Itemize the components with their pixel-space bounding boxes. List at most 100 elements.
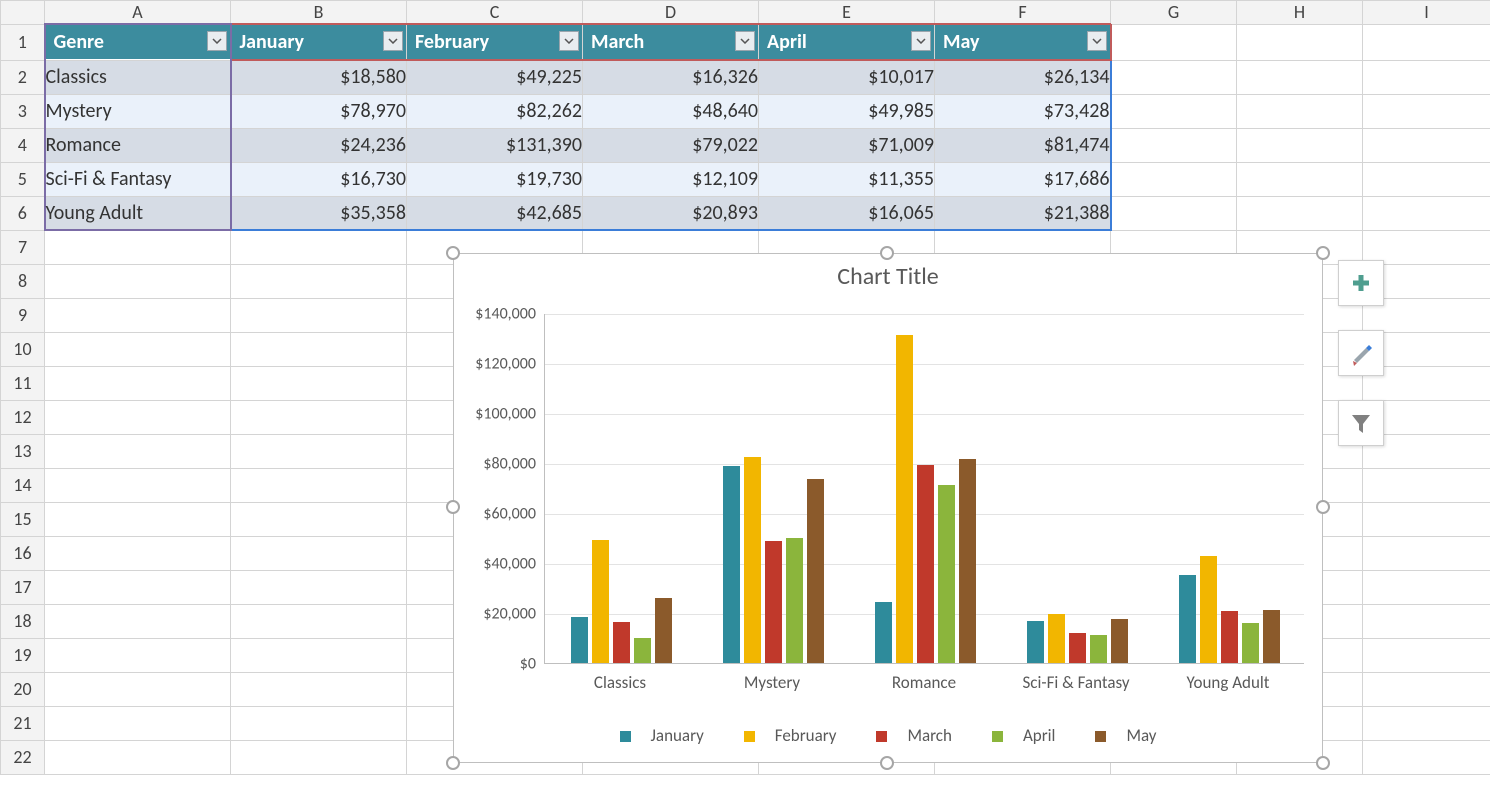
cell-B20[interactable] — [231, 672, 407, 706]
resize-handle-nw[interactable] — [446, 246, 460, 260]
row-header-18[interactable]: 18 — [1, 604, 45, 638]
cell-A1[interactable]: Genre — [45, 24, 231, 60]
row-header-12[interactable]: 12 — [1, 400, 45, 434]
filter-dropdown-button[interactable] — [383, 31, 403, 51]
row-header-3[interactable]: 3 — [1, 94, 45, 128]
bar-may-classics[interactable] — [655, 598, 672, 663]
row-header-4[interactable]: 4 — [1, 128, 45, 162]
cell-B1[interactable]: January — [231, 24, 407, 60]
bar-january-sci-fi-fantasy[interactable] — [1027, 621, 1044, 663]
row-header-1[interactable]: 1 — [1, 24, 45, 60]
row-header-13[interactable]: 13 — [1, 434, 45, 468]
cell-I19[interactable] — [1363, 638, 1490, 672]
cell-I2[interactable] — [1363, 60, 1490, 94]
cell-B4[interactable]: $24,236 — [231, 128, 407, 162]
cell-B15[interactable] — [231, 502, 407, 536]
bar-april-classics[interactable] — [634, 638, 651, 663]
cell-A3[interactable]: Mystery — [45, 94, 231, 128]
cell-A14[interactable] — [45, 468, 231, 502]
cell-H4[interactable] — [1237, 128, 1363, 162]
col-header-B[interactable]: B — [231, 1, 407, 25]
cell-C2[interactable]: $49,225 — [407, 60, 583, 94]
filter-dropdown-button[interactable] — [911, 31, 931, 51]
row-header-2[interactable]: 2 — [1, 60, 45, 94]
chart-legend[interactable]: JanuaryFebruaryMarchAprilMay — [454, 725, 1322, 746]
cell-A12[interactable] — [45, 400, 231, 434]
cell-I20[interactable] — [1363, 672, 1490, 706]
cell-D1[interactable]: March — [583, 24, 759, 60]
bar-march-young-adult[interactable] — [1221, 611, 1238, 663]
cell-B17[interactable] — [231, 570, 407, 604]
bar-february-mystery[interactable] — [744, 457, 761, 663]
filter-dropdown-button[interactable] — [207, 31, 227, 51]
legend-item-may[interactable]: May — [1085, 725, 1166, 746]
cell-B6[interactable]: $35,358 — [231, 196, 407, 230]
row-header-22[interactable]: 22 — [1, 740, 45, 774]
bar-april-romance[interactable] — [938, 485, 955, 663]
cell-B18[interactable] — [231, 604, 407, 638]
cell-C4[interactable]: $131,390 — [407, 128, 583, 162]
bar-january-romance[interactable] — [875, 602, 892, 663]
cell-F5[interactable]: $17,686 — [935, 162, 1111, 196]
cell-B2[interactable]: $18,580 — [231, 60, 407, 94]
bar-february-sci-fi-fantasy[interactable] — [1048, 614, 1065, 663]
cell-I16[interactable] — [1363, 536, 1490, 570]
cell-A13[interactable] — [45, 434, 231, 468]
col-header-I[interactable]: I — [1363, 1, 1490, 25]
cell-F6[interactable]: $21,388 — [935, 196, 1111, 230]
cell-B22[interactable] — [231, 740, 407, 774]
cell-A22[interactable] — [45, 740, 231, 774]
cell-E3[interactable]: $49,985 — [759, 94, 935, 128]
cell-I17[interactable] — [1363, 570, 1490, 604]
cell-A2[interactable]: Classics — [45, 60, 231, 94]
filter-dropdown-button[interactable] — [1087, 31, 1107, 51]
cell-G6[interactable] — [1111, 196, 1237, 230]
cell-B11[interactable] — [231, 366, 407, 400]
col-header-G[interactable]: G — [1111, 1, 1237, 25]
bar-march-classics[interactable] — [613, 622, 630, 663]
cell-C6[interactable]: $42,685 — [407, 196, 583, 230]
resize-handle-ne[interactable] — [1316, 246, 1330, 260]
col-header-H[interactable]: H — [1237, 1, 1363, 25]
cell-B19[interactable] — [231, 638, 407, 672]
cell-A19[interactable] — [45, 638, 231, 672]
cell-I15[interactable] — [1363, 502, 1490, 536]
bar-march-mystery[interactable] — [765, 541, 782, 663]
bar-may-sci-fi-fantasy[interactable] — [1111, 619, 1128, 663]
cell-D4[interactable]: $79,022 — [583, 128, 759, 162]
cell-E4[interactable]: $71,009 — [759, 128, 935, 162]
cell-I22[interactable] — [1363, 740, 1490, 774]
cell-I1[interactable] — [1363, 24, 1490, 60]
cell-B13[interactable] — [231, 434, 407, 468]
embedded-chart[interactable]: Chart Title $0$20,000$40,000$60,000$80,0… — [453, 253, 1323, 763]
row-header-5[interactable]: 5 — [1, 162, 45, 196]
cell-B3[interactable]: $78,970 — [231, 94, 407, 128]
cell-I14[interactable] — [1363, 468, 1490, 502]
cell-A20[interactable] — [45, 672, 231, 706]
row-header-11[interactable]: 11 — [1, 366, 45, 400]
cell-G4[interactable] — [1111, 128, 1237, 162]
bar-may-young-adult[interactable] — [1263, 610, 1280, 663]
row-header-9[interactable]: 9 — [1, 298, 45, 332]
cell-B21[interactable] — [231, 706, 407, 740]
cell-G3[interactable] — [1111, 94, 1237, 128]
col-header-D[interactable]: D — [583, 1, 759, 25]
bar-april-sci-fi-fantasy[interactable] — [1090, 635, 1107, 663]
cell-E5[interactable]: $11,355 — [759, 162, 935, 196]
cell-B14[interactable] — [231, 468, 407, 502]
legend-item-february[interactable]: February — [734, 725, 847, 746]
col-header-F[interactable]: F — [935, 1, 1111, 25]
cell-I5[interactable] — [1363, 162, 1490, 196]
row-header-15[interactable]: 15 — [1, 502, 45, 536]
row-header-8[interactable]: 8 — [1, 264, 45, 298]
select-all-corner[interactable] — [1, 1, 45, 25]
cell-H2[interactable] — [1237, 60, 1363, 94]
cell-A8[interactable] — [45, 264, 231, 298]
cell-F2[interactable]: $26,134 — [935, 60, 1111, 94]
cell-I21[interactable] — [1363, 706, 1490, 740]
cell-I3[interactable] — [1363, 94, 1490, 128]
cell-F1[interactable]: May — [935, 24, 1111, 60]
cell-A16[interactable] — [45, 536, 231, 570]
bar-april-young-adult[interactable] — [1242, 623, 1259, 663]
cell-B5[interactable]: $16,730 — [231, 162, 407, 196]
